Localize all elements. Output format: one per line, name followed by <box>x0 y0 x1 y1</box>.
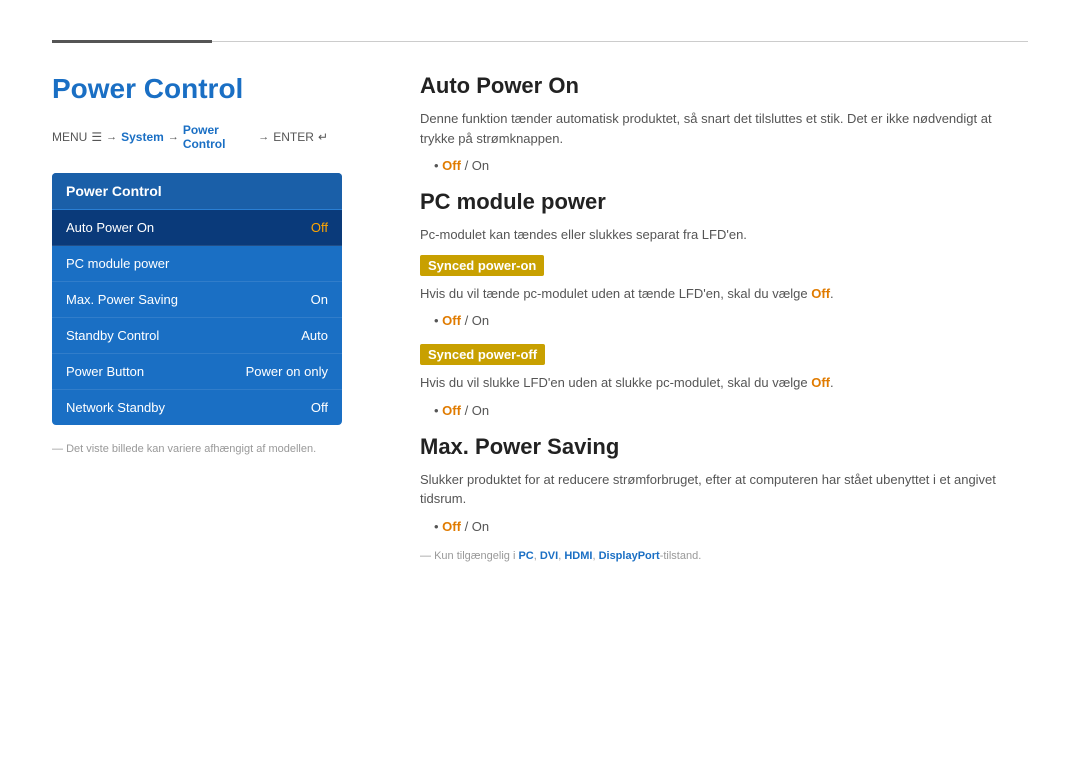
synced-on-off: Off <box>442 313 461 328</box>
auto-power-on-title: Auto Power On <box>420 73 1028 99</box>
max-power-off: Off <box>442 519 461 534</box>
breadcrumb-enter: ENTER <box>273 130 314 144</box>
synced-power-on-options: Off / On <box>434 313 1028 328</box>
auto-power-on-options: Off / On <box>434 158 1028 173</box>
menu-item-power-button[interactable]: Power Button Power on only <box>52 354 342 390</box>
menu-item-max-power-value: On <box>311 292 328 307</box>
section-max-power-saving: Max. Power Saving Slukker produktet for … <box>420 434 1028 562</box>
page-title: Power Control <box>52 73 328 105</box>
menu-item-network-standby-label: Network Standby <box>66 400 165 415</box>
synced-power-off-options: Off / On <box>434 403 1028 418</box>
menu-item-auto-power-on-label: Auto Power On <box>66 220 154 235</box>
enter-icon: ↵ <box>318 130 328 144</box>
breadcrumb-power-control[interactable]: Power Control <box>183 123 254 151</box>
note-dvi: DVI <box>540 550 558 562</box>
footnote: Det viste billede kan variere afhængigt … <box>52 443 328 455</box>
synced-power-off-desc: Hvis du vil slukke LFD'en uden at slukke… <box>420 373 1028 393</box>
synced-power-on-desc: Hvis du vil tænde pc-modulet uden at tæn… <box>420 284 1028 304</box>
menu-item-power-button-label: Power Button <box>66 364 144 379</box>
auto-power-on-off: Off <box>442 158 461 173</box>
note-hdmi: HDMI <box>564 550 592 562</box>
menu-item-pc-module[interactable]: PC module power <box>52 246 342 282</box>
menu-item-power-button-value: Power on only <box>246 364 328 379</box>
synced-off-off-highlight: Off <box>811 375 830 390</box>
breadcrumb: MENU ☰ → System → Power Control → ENTER … <box>52 123 328 151</box>
synced-power-off-block: Synced power-off Hvis du vil slukke LFD'… <box>420 344 1028 418</box>
synced-on-off-highlight: Off <box>811 286 830 301</box>
max-power-saving-desc: Slukker produktet for at reducere strømf… <box>420 470 1028 509</box>
menu-item-max-power[interactable]: Max. Power Saving On <box>52 282 342 318</box>
menu-icon: ☰ <box>91 130 102 144</box>
breadcrumb-system[interactable]: System <box>121 130 164 144</box>
power-control-menu: Power Control Auto Power On Off PC modul… <box>52 173 342 425</box>
note-pc: PC <box>518 550 533 562</box>
synced-power-on-label: Synced power-on <box>420 255 544 276</box>
synced-power-on-block: Synced power-on Hvis du vil tænde pc-mod… <box>420 255 1028 329</box>
menu-item-pc-module-label: PC module power <box>66 256 169 271</box>
section-pc-module: PC module power Pc-modulet kan tændes el… <box>420 189 1028 418</box>
synced-off-off: Off <box>442 403 461 418</box>
section-auto-power-on: Auto Power On Denne funktion tænder auto… <box>420 73 1028 173</box>
menu-item-max-power-label: Max. Power Saving <box>66 292 178 307</box>
breadcrumb-menu: MENU <box>52 130 87 144</box>
max-power-saving-title: Max. Power Saving <box>420 434 1028 460</box>
menu-item-standby-value: Auto <box>301 328 328 343</box>
menu-item-standby[interactable]: Standby Control Auto <box>52 318 342 354</box>
note-displayport: DisplayPort <box>599 550 660 562</box>
max-power-saving-options: Off / On <box>434 519 1028 534</box>
pc-module-desc: Pc-modulet kan tændes eller slukkes sepa… <box>420 225 1028 245</box>
menu-header: Power Control <box>52 173 342 210</box>
menu-item-auto-power-on[interactable]: Auto Power On Off <box>52 210 342 246</box>
pc-module-title: PC module power <box>420 189 1028 215</box>
auto-power-on-desc: Denne funktion tænder automatisk produkt… <box>420 109 1028 148</box>
max-power-saving-note: Kun tilgængelig i PC, DVI, HDMI, Display… <box>420 550 1028 562</box>
synced-power-off-label: Synced power-off <box>420 344 545 365</box>
menu-item-auto-power-on-value: Off <box>311 220 328 235</box>
menu-item-standby-label: Standby Control <box>66 328 159 343</box>
menu-item-network-standby[interactable]: Network Standby Off <box>52 390 342 425</box>
menu-item-network-standby-value: Off <box>311 400 328 415</box>
